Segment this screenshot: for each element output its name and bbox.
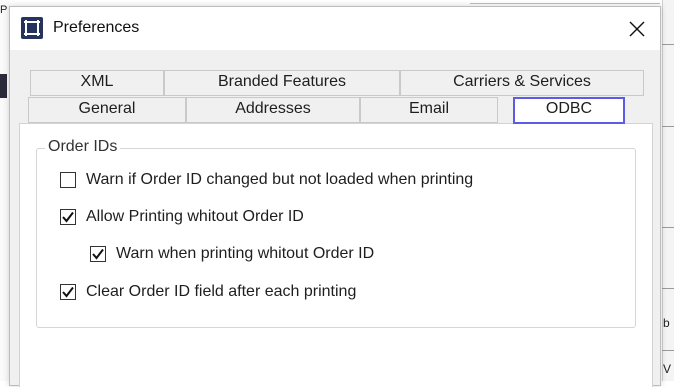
tab-addresses[interactable]: Addresses — [186, 97, 360, 123]
checkbox[interactable] — [60, 209, 76, 225]
tab-panel: Order IDs Warn if Order ID changed but n… — [19, 123, 653, 387]
background-app-divider — [470, 3, 660, 4]
tab-general[interactable]: General — [28, 97, 186, 123]
option-clear-order-id-after-printing[interactable]: Clear Order ID field after each printing — [60, 283, 356, 301]
background-app-text-fragment: P — [0, 4, 8, 16]
checkbox[interactable] — [90, 246, 106, 262]
dialog-title: Preferences — [53, 19, 140, 36]
option-warn-printing-without-order-id[interactable]: Warn when printing whitout Order ID — [90, 245, 374, 263]
background-app-divider — [662, 126, 674, 127]
background-app-divider — [662, 44, 674, 45]
close-icon — [629, 21, 645, 36]
option-label: Warn when printing whitout Order ID — [116, 245, 375, 262]
background-app-dark-mark — [0, 74, 7, 98]
option-label: Warn if Order ID changed but not loaded … — [86, 171, 474, 188]
tab-label: Branded Features — [217, 73, 347, 90]
background-app-divider — [662, 227, 674, 228]
background-app-text-fragment: V — [663, 362, 672, 376]
tab-label: General — [78, 100, 136, 117]
checkmark-icon — [62, 286, 74, 298]
option-label: Clear Order ID field after each printing — [86, 283, 357, 300]
tab-odbc[interactable]: ODBC — [513, 97, 625, 124]
checkbox[interactable] — [60, 284, 76, 300]
app-window-icon — [21, 17, 43, 39]
title-bar[interactable]: Preferences — [10, 7, 660, 50]
background-app-text-fragment: b — [663, 316, 670, 330]
tab-xml[interactable]: XML — [30, 70, 164, 96]
background-app-divider — [662, 288, 674, 289]
background-app-divider — [662, 350, 674, 351]
tab-label: ODBC — [545, 100, 593, 117]
order-ids-group: Order IDs Warn if Order ID changed but n… — [36, 138, 636, 328]
checkbox[interactable] — [60, 172, 76, 188]
close-button[interactable] — [614, 7, 660, 50]
tab-label: Carriers & Services — [453, 73, 591, 90]
tab-label: Email — [408, 100, 449, 117]
option-label: Allow Printing whitout Order ID — [86, 208, 304, 225]
checkmark-icon — [92, 248, 104, 260]
tab-label: XML — [80, 73, 114, 90]
tab-branded-features[interactable]: Branded Features — [164, 70, 400, 96]
group-title: Order IDs — [45, 138, 121, 156]
preferences-dialog: Preferences XML Branded Features Carrier… — [9, 6, 661, 387]
checkmark-icon — [62, 211, 74, 223]
tab-carriers-services[interactable]: Carriers & Services — [400, 70, 644, 96]
option-warn-order-id-changed[interactable]: Warn if Order ID changed but not loaded … — [60, 171, 473, 189]
tab-label: Addresses — [235, 100, 311, 117]
tab-email[interactable]: Email — [360, 97, 498, 123]
option-allow-printing-without-order-id[interactable]: Allow Printing whitout Order ID — [60, 208, 304, 226]
